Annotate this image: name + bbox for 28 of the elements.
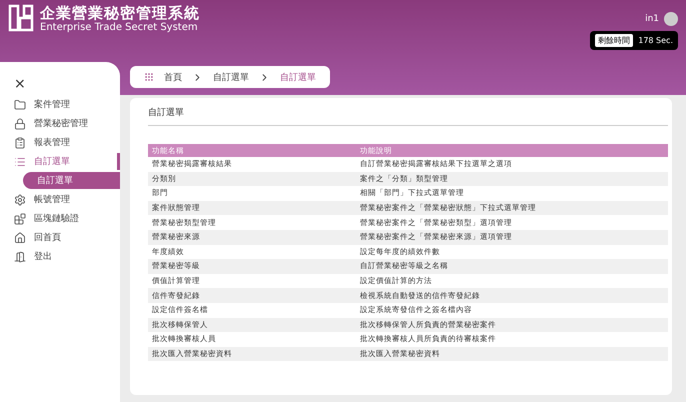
gear-icon: [14, 194, 26, 206]
home-icon: [14, 232, 26, 244]
door-icon: [14, 250, 26, 262]
sidebar-item[interactable]: 案件管理: [14, 96, 120, 113]
sidebar-item[interactable]: 登出: [14, 248, 120, 265]
clipboard-icon: [14, 136, 26, 148]
timer-label: 剩餘時間: [595, 34, 634, 47]
sidebar-item[interactable]: 帳號管理: [14, 191, 120, 208]
close-button[interactable]: ×: [14, 76, 120, 92]
breadcrumb-link[interactable]: 自訂選單: [213, 70, 249, 84]
app-title: 企業營業秘密管理系統: [40, 4, 200, 22]
sidebar-item[interactable]: 區塊鏈驗證: [14, 210, 120, 227]
lock-icon: [14, 118, 26, 130]
sidebar-subitem[interactable]: 自訂選單: [23, 172, 120, 189]
breadcrumb-link[interactable]: 自訂選單: [280, 70, 316, 84]
timer-value: 178 Sec.: [638, 36, 673, 45]
breadcrumb-link[interactable]: 首頁: [164, 70, 182, 84]
panel-title: 自訂選單: [148, 106, 668, 126]
sidebar-item[interactable]: 營業秘密管理: [14, 115, 120, 132]
avatar-icon[interactable]: [664, 12, 678, 26]
logo-icon: [8, 4, 34, 32]
user-name: in1: [645, 14, 659, 24]
grid-icon: [144, 72, 154, 82]
blocks-icon: [14, 212, 26, 224]
sidebar-item[interactable]: 回首頁: [14, 229, 120, 246]
folder-icon: [14, 98, 26, 110]
app-subtitle: Enterprise Trade Secret System: [40, 22, 199, 34]
sidebar-item[interactable]: 報表管理: [14, 134, 120, 151]
